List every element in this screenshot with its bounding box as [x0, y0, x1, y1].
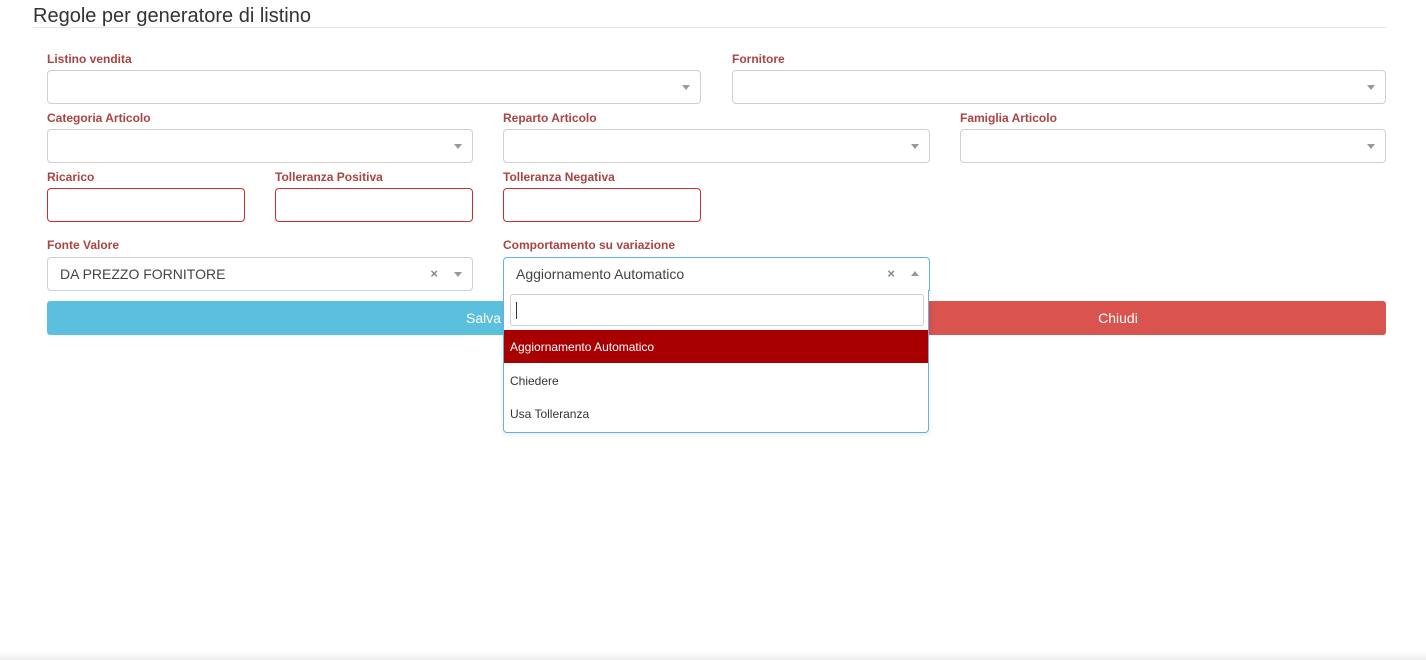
select-fornitore[interactable]: [732, 70, 1386, 104]
text-cursor: [516, 302, 517, 319]
label-famiglia-articolo: Famiglia Articolo: [960, 111, 1057, 125]
select-listino-vendita[interactable]: [47, 70, 701, 104]
label-fornitore: Fornitore: [732, 52, 785, 66]
dropdown-option-chiedere[interactable]: Chiedere: [504, 364, 928, 397]
label-fonte-valore: Fonte Valore: [47, 238, 120, 252]
label-comportamento: Comportamento su variazione: [503, 238, 676, 252]
input-tolleranza-negativa[interactable]: [503, 188, 701, 222]
form-page: Regole per generatore di listino Listino…: [0, 0, 1426, 660]
chevron-down-icon: [911, 144, 919, 149]
chevron-down-icon: [454, 144, 462, 149]
clear-icon[interactable]: ×: [887, 266, 895, 281]
label-ricarico: Ricarico: [47, 170, 95, 184]
select-fonte-valore-value: DA PREZZO FORNITORE: [60, 266, 226, 282]
select-fonte-valore[interactable]: DA PREZZO FORNITORE ×: [47, 257, 473, 291]
save-button-label: Salva: [465, 310, 502, 326]
select-comportamento[interactable]: Aggiornamento Automatico ×: [503, 257, 930, 291]
select-reparto-articolo[interactable]: [503, 129, 930, 163]
label-tolleranza-positiva: Tolleranza Positiva: [275, 170, 383, 184]
label-listino-vendita: Listino vendita: [47, 52, 132, 66]
input-tolleranza-positiva[interactable]: [275, 188, 473, 222]
label-tolleranza-negativa: Tolleranza Negativa: [503, 170, 615, 184]
clear-icon[interactable]: ×: [430, 266, 438, 281]
label-categoria-articolo: Categoria Articolo: [47, 111, 151, 125]
page-title: Regole per generatore di listino: [33, 5, 311, 27]
close-button-label: Chiudi: [1098, 310, 1138, 326]
select-categoria-articolo[interactable]: [47, 129, 473, 163]
title-divider: [33, 27, 1386, 28]
dropdown-search-input[interactable]: [510, 294, 924, 326]
page-bottom-edge: [0, 652, 1426, 660]
chevron-up-icon[interactable]: [911, 271, 919, 276]
input-ricarico[interactable]: [47, 188, 245, 222]
comportamento-dropdown: Aggiornamento Automatico Chiedere Usa To…: [503, 290, 929, 433]
close-button[interactable]: Chiudi: [850, 301, 1386, 335]
chevron-down-icon[interactable]: [454, 272, 462, 277]
label-reparto-articolo: Reparto Articolo: [503, 111, 597, 125]
select-famiglia-articolo[interactable]: [960, 129, 1386, 163]
chevron-down-icon: [682, 85, 690, 90]
chevron-down-icon: [1367, 144, 1375, 149]
chevron-down-icon: [1367, 85, 1375, 90]
select-comportamento-value: Aggiornamento Automatico: [516, 266, 685, 282]
dropdown-option-aggiornamento[interactable]: Aggiornamento Automatico: [504, 330, 928, 363]
dropdown-option-usa-tolleranza[interactable]: Usa Tolleranza: [504, 397, 928, 430]
